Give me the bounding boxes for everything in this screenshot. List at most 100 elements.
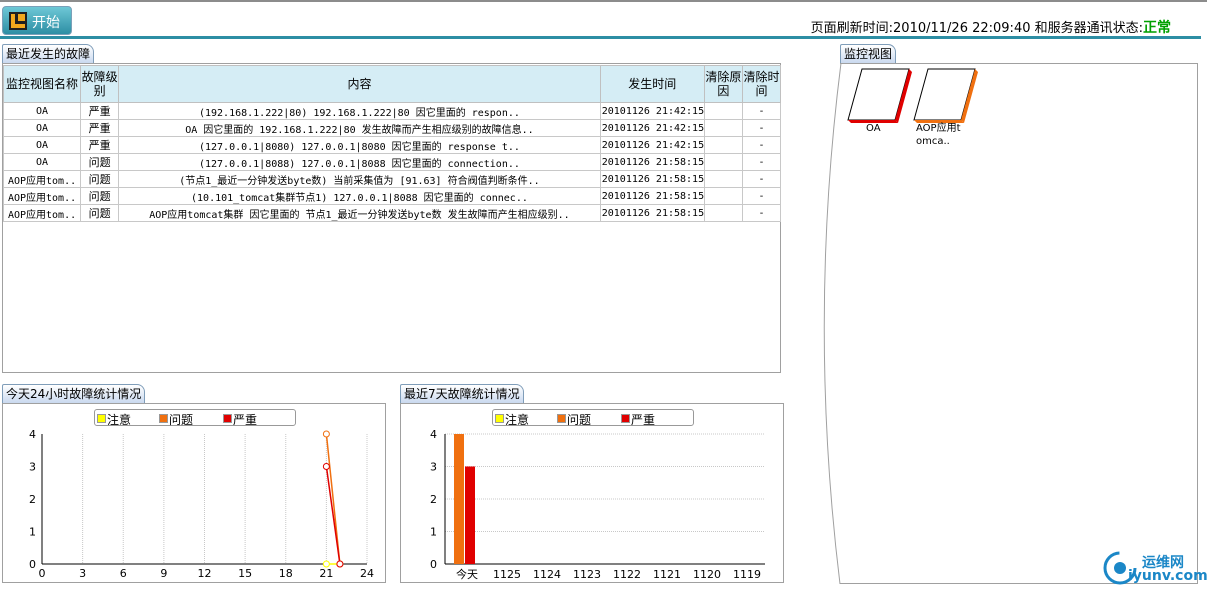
fault-cell-level: 问题 — [80, 204, 120, 222]
fault-cell-content: OA 因它里面的 192.168.1.222|80 发生故障而产生相应级别的故障… — [118, 119, 601, 137]
column-header-view[interactable]: 监控视图名称 — [2, 65, 82, 103]
fault-cell-content: AOP应用tomcat集群 因它里面的 节点1_最近一分钟发送byte数 发生故… — [118, 204, 601, 222]
fault-row[interactable]: AOP应用tom.. 问题 AOP应用tomcat集群 因它里面的 节点1_最近一分… — [2, 204, 782, 222]
fault-cell-view: AOP应用tom.. — [2, 187, 82, 205]
data-point — [322, 560, 330, 568]
chart-7day: 0 1 2 3 4 今天 1125 1124 1123 1122 1121 1120 1119 — [430, 428, 765, 581]
fault-table-header: 监控视图名称 故障级别 内容 发生时间 清除原因 清除时间 — [2, 65, 782, 103]
fault-cell-clear-time: - — [741, 170, 782, 188]
monitor-item-oa[interactable]: OA — [846, 68, 912, 134]
fault-cell-level: 严重 — [80, 102, 120, 120]
x-tick-label: 9 — [160, 567, 167, 580]
fault-row[interactable]: AOP应用tom.. 问题 (10.101_tomcat集群节点1) 127.0.0… — [2, 187, 782, 205]
y-tick-label: 3 — [430, 461, 437, 474]
y-tick-label: 2 — [430, 493, 437, 506]
fault-cell-clear-reason — [703, 204, 743, 222]
y-tick-label: 1 — [29, 526, 36, 539]
fault-cell-clear-time: - — [741, 187, 782, 205]
chart-7day-legend: 注意 问题 严重 — [492, 409, 694, 427]
fault-cell-clear-reason — [703, 153, 743, 171]
fault-cell-level: 严重 — [80, 119, 120, 137]
column-header-content[interactable]: 内容 — [118, 65, 601, 103]
start-label: 开始 — [32, 15, 60, 31]
fault-cell-time: 20101126 21:58:15 — [599, 187, 705, 205]
x-tick-label: 1119 — [733, 568, 761, 581]
fault-cell-view: OA — [2, 102, 82, 120]
fault-row[interactable]: OA 问题 (127.0.0.1|8088) 127.0.0.1|8088 因它里面… — [2, 153, 782, 171]
refresh-status: 页面刷新时间:2010/11/26 22:09:40 和服务器通讯状态:正常 — [811, 17, 1171, 37]
fault-cell-clear-reason — [703, 119, 743, 137]
monitor-aop-icon — [913, 68, 978, 123]
tab-7day-stats-label: 最近7天故障统计情况 — [404, 387, 520, 401]
fault-row[interactable]: OA 严重 OA 因它里面的 192.168.1.222|80 发生故障而产生相应级… — [2, 119, 782, 137]
column-header-time[interactable]: 发生时间 — [599, 65, 705, 103]
fault-row[interactable]: OA 严重 (192.168.1.222|80) 192.168.1.222|80 … — [2, 102, 782, 120]
monitor-aop-label: AOP应用tomca.. — [916, 123, 961, 147]
x-tick-label: 1120 — [693, 568, 721, 581]
fault-cell-content: (127.0.0.1|8088) 127.0.0.1|8088 因它里面的 co… — [118, 153, 601, 171]
x-tick-label: 1125 — [493, 568, 521, 581]
data-point — [336, 560, 344, 568]
bar — [465, 466, 475, 564]
tab-recent-faults-label: 最近发生的故障 — [6, 47, 91, 61]
x-tick-label: 6 — [120, 567, 127, 580]
column-header-clear-time[interactable]: 清除时间 — [741, 65, 782, 103]
data-point — [322, 430, 330, 438]
fault-cell-time: 20101126 21:58:15 — [599, 153, 705, 171]
x-tick-label: 12 — [198, 567, 212, 580]
chart-24h: 0 3 6 9 12 15 18 21 2401234 — [29, 428, 374, 580]
column-header-clear-reason[interactable]: 清除原因 — [703, 65, 743, 103]
fault-cell-clear-time: - — [741, 102, 782, 120]
fault-cell-content: (10.101_tomcat集群节点1) 127.0.0.1|8088 因它里面… — [118, 187, 601, 205]
fault-cell-clear-time: - — [741, 153, 782, 171]
tab-monitor-view-label: 监控视图 — [844, 47, 893, 61]
tab-recent-faults[interactable]: 最近发生的故障 — [2, 44, 95, 63]
watermark-line2: iyunv.com — [1128, 568, 1207, 584]
fault-cell-time: 20101126 21:42:15 — [599, 102, 705, 120]
top-border — [0, 0, 1207, 2]
fault-cell-level: 问题 — [80, 153, 120, 171]
tab-7day-stats[interactable]: 最近7天故障统计情况 — [400, 384, 524, 403]
column-header-level[interactable]: 故障级别 — [80, 65, 120, 103]
header-divider — [0, 36, 1201, 39]
x-tick-label: 0 — [39, 567, 46, 580]
start-logo-icon — [9, 12, 27, 30]
y-tick-label: 4 — [430, 428, 437, 441]
fault-cell-view: AOP应用tom.. — [2, 204, 82, 222]
fault-cell-view: OA — [2, 119, 82, 137]
bar — [454, 434, 464, 564]
fault-row[interactable]: OA 严重 (127.0.0.1|8080) 127.0.0.1|8080 因它里面… — [2, 136, 782, 154]
fault-cell-level: 问题 — [80, 170, 120, 188]
y-tick-label: 0 — [430, 558, 437, 571]
fault-cell-time: 20101126 21:58:15 — [599, 204, 705, 222]
x-tick-label: 3 — [79, 567, 86, 580]
connection-status: 正常 — [1143, 20, 1171, 36]
monitor-view-panel — [840, 63, 1198, 584]
site-watermark: 运维网 iyunv.com — [1100, 546, 1207, 590]
tab-24h-stats-label: 今天24小时故障统计情况 — [6, 387, 142, 401]
y-tick-label: 4 — [29, 428, 36, 441]
fault-cell-time: 20101126 21:42:15 — [599, 119, 705, 137]
fault-cell-clear-time: - — [741, 136, 782, 154]
fault-cell-time: 20101126 21:42:15 — [599, 136, 705, 154]
x-tick-label: 15 — [238, 567, 252, 580]
data-point — [322, 463, 330, 470]
monitor-oa-icon — [847, 68, 912, 123]
y-tick-label: 2 — [29, 493, 36, 506]
fault-row[interactable]: AOP应用tom.. 问题 (节点1_最近一分钟发送byte数) 当前采集值为 [9… — [2, 170, 782, 188]
fault-cell-view: OA — [2, 153, 82, 171]
monitor-panel-curve — [823, 63, 842, 585]
tab-24h-stats[interactable]: 今天24小时故障统计情况 — [2, 384, 146, 403]
start-button[interactable]: 开始 — [2, 6, 72, 35]
fault-cell-level: 严重 — [80, 136, 120, 154]
fault-cell-content: (192.168.1.222|80) 192.168.1.222|80 因它里面… — [118, 102, 601, 120]
fault-table: 监控视图名称 故障级别 内容 发生时间 清除原因 清除时间 OA 严重 (192.1… — [2, 65, 782, 222]
fault-cell-content: (127.0.0.1|8080) 127.0.0.1|8080 因它里面的 re… — [118, 136, 601, 154]
fault-cell-view: OA — [2, 136, 82, 154]
x-tick-label: 1122 — [613, 568, 641, 581]
monitor-item-aop[interactable]: AOP应用tomca.. — [912, 68, 978, 147]
fault-cell-clear-time: - — [741, 204, 782, 222]
fault-cell-clear-reason — [703, 170, 743, 188]
tab-monitor-view[interactable]: 监控视图 — [840, 44, 897, 63]
fault-cell-clear-reason — [703, 136, 743, 154]
